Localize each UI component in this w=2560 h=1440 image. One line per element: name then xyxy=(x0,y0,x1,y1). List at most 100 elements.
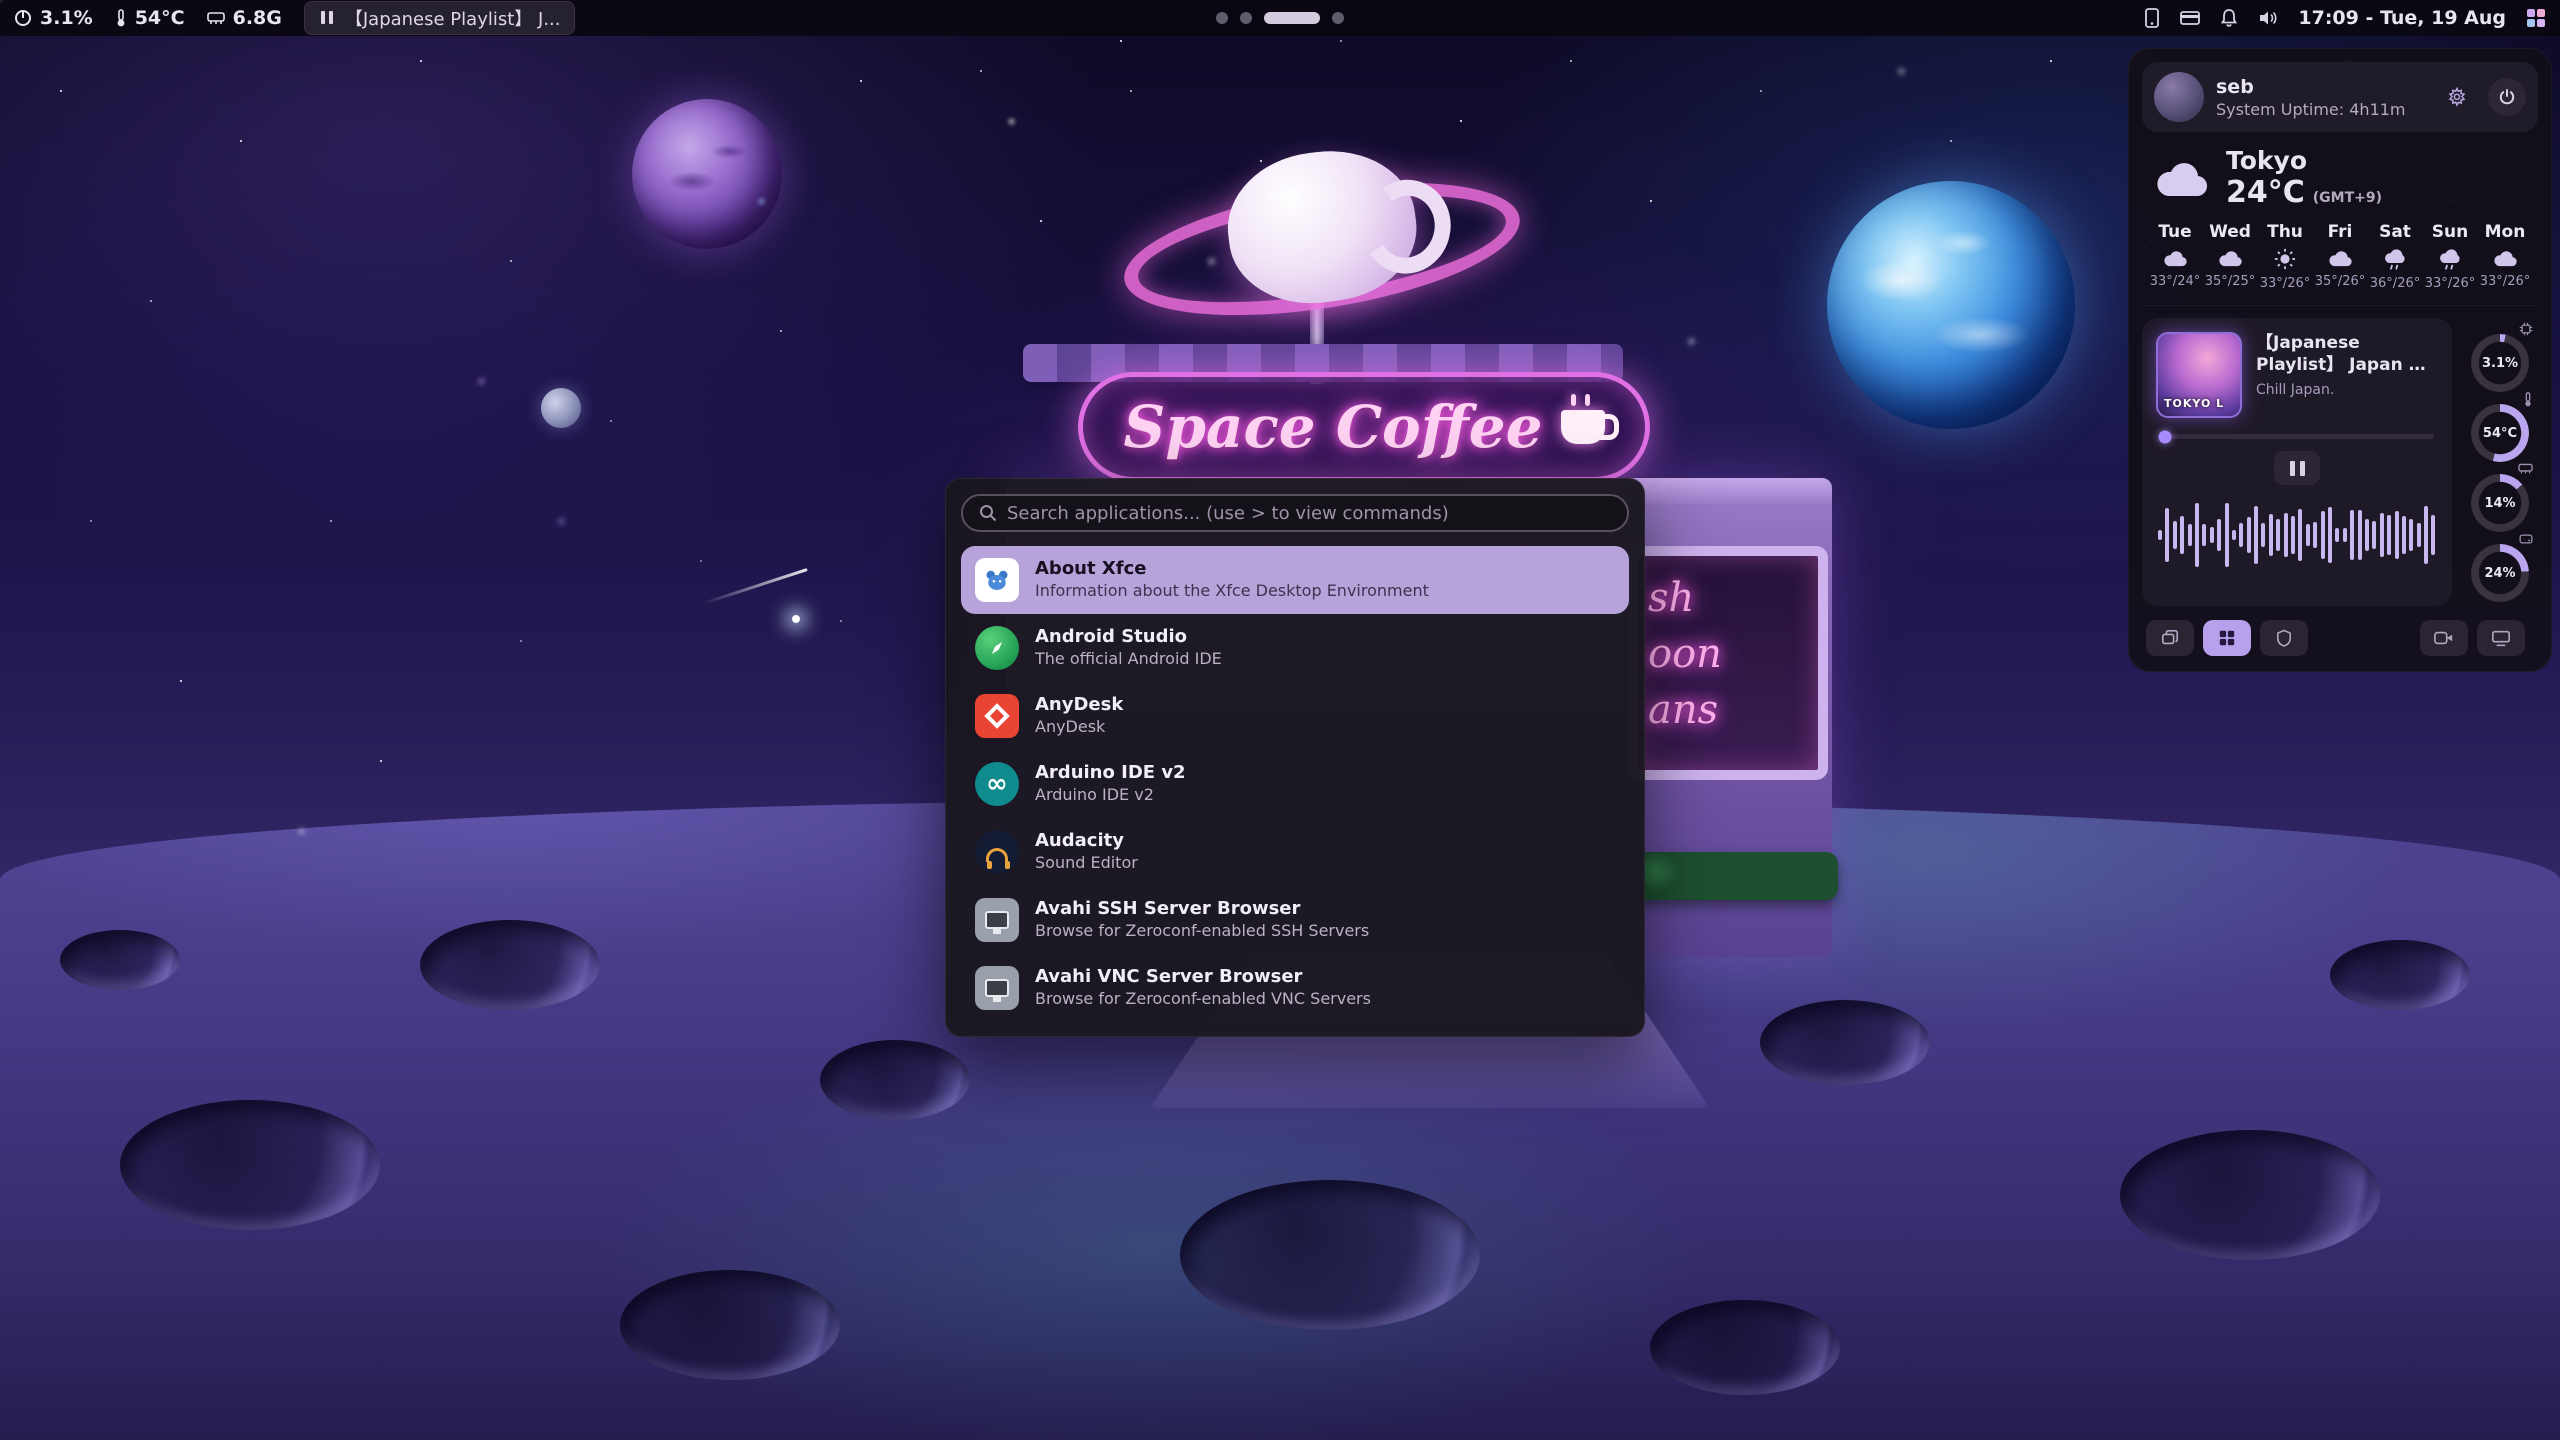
app-row-avahi-vnc[interactable]: Avahi VNC Server Browser Browse for Zero… xyxy=(961,954,1629,1022)
panel-quick-buttons xyxy=(2142,620,2538,658)
album-art: TOKYO L xyxy=(2156,332,2242,418)
app-name: Avahi VNC Server Browser xyxy=(1035,966,1371,989)
cpu-icon xyxy=(14,9,32,27)
profile-card: seb System Uptime: 4h11m xyxy=(2142,62,2538,132)
clock[interactable]: 17:09 - Tue, 19 Aug xyxy=(2298,7,2506,29)
workspace-dot-1[interactable] xyxy=(1216,12,1228,24)
weather-temperature: 24°C xyxy=(2226,175,2305,210)
cpu-gauge-value: 3.1% xyxy=(2471,334,2529,392)
topbar-right: 17:09 - Tue, 19 Aug xyxy=(2144,7,2546,29)
cloud-icon xyxy=(2162,248,2188,268)
speaker-icon[interactable] xyxy=(2258,9,2278,27)
sun-icon xyxy=(2273,248,2297,270)
weather-city: Tokyo xyxy=(2226,146,2382,175)
app-name: Arduino IDE v2 xyxy=(1035,762,1186,785)
album-art-text: TOKYO L xyxy=(2164,397,2224,410)
widgets-button[interactable] xyxy=(2203,620,2251,656)
avatar xyxy=(2154,72,2204,122)
app-row-avahi-ssh[interactable]: Avahi SSH Server Browser Browse for Zero… xyxy=(961,886,1629,954)
xfce-icon xyxy=(975,558,1019,602)
forecast-day: Tue 33°/24° xyxy=(2148,222,2202,291)
topbar-media-title: 【Japanese Playlist】 J... xyxy=(345,5,561,31)
app-desc: Sound Editor xyxy=(1035,853,1138,874)
window-neon-text: ans xyxy=(1648,682,1808,738)
phone-link-icon[interactable] xyxy=(2144,8,2160,28)
progress-handle[interactable] xyxy=(2159,430,2172,443)
top-bar: 3.1% 54°C 6.8G 【Japanese Playlist】 J... xyxy=(0,0,2560,36)
app-desc: Browse for Zeroconf-enabled VNC Servers xyxy=(1035,989,1371,1010)
settings-button[interactable] xyxy=(2438,78,2476,116)
window-neon-text: sh xyxy=(1648,570,1808,626)
app-name: About Xfce xyxy=(1035,558,1429,581)
cloud-icon xyxy=(2492,248,2518,268)
topbar-media-widget[interactable]: 【Japanese Playlist】 J... xyxy=(304,1,576,35)
cloud-icon xyxy=(2327,248,2353,268)
app-name: Avahi SSH Server Browser xyxy=(1035,898,1369,921)
card-icon[interactable] xyxy=(2180,10,2200,26)
forecast-day: Mon 33°/26° xyxy=(2478,222,2532,291)
app-row-android-studio[interactable]: Android Studio The official Android IDE xyxy=(961,614,1629,682)
search-icon xyxy=(979,504,997,522)
weather-forecast: Tue 33°/24° Wed 35°/25° Thu 33°/26° Fri … xyxy=(2142,214,2538,306)
app-desc: Information about the Xfce Desktop Envir… xyxy=(1035,581,1429,602)
memory-gauge-value: 14% xyxy=(2471,474,2529,532)
media-progress-slider[interactable] xyxy=(2160,434,2434,439)
memory-icon xyxy=(207,10,225,26)
app-row-about-xfce[interactable]: About Xfce Information about the Xfce De… xyxy=(961,546,1629,614)
memory-value: 6.8G xyxy=(233,7,282,29)
record-button[interactable] xyxy=(2420,620,2468,656)
audacity-icon xyxy=(975,830,1019,874)
app-row-audacity[interactable]: Audacity Sound Editor xyxy=(961,818,1629,886)
app-name: Android Studio xyxy=(1035,626,1222,649)
launcher-search[interactable] xyxy=(961,494,1629,532)
layers-button[interactable] xyxy=(2146,620,2194,656)
waveform xyxy=(2156,499,2438,571)
app-desc: The official Android IDE xyxy=(1035,649,1222,670)
app-name: Audacity xyxy=(1035,830,1138,853)
temperature-gauge-value: 54°C xyxy=(2471,404,2529,462)
forecast-day: Sat 36°/26° xyxy=(2368,222,2422,291)
display-button[interactable] xyxy=(2477,620,2525,656)
media-title: 【Japanese Playlist】 Japan All Night - To… xyxy=(2256,332,2438,376)
app-grid-icon[interactable] xyxy=(2526,8,2546,28)
workspace-dot-2[interactable] xyxy=(1240,12,1252,24)
thermometer-icon xyxy=(115,9,127,27)
bell-icon[interactable] xyxy=(2220,8,2238,28)
app-name: AnyDesk xyxy=(1035,694,1123,717)
app-desc: AnyDesk xyxy=(1035,717,1123,738)
cpu-gauge: 3.1% xyxy=(2469,322,2531,392)
cpu-usage-value: 3.1% xyxy=(40,7,93,29)
pause-icon xyxy=(319,8,335,29)
control-panel: seb System Uptime: 4h11m Tokyo 24°C (GMT… xyxy=(2128,48,2552,672)
bushes xyxy=(1630,852,1838,900)
app-row-anydesk[interactable]: AnyDesk AnyDesk xyxy=(961,682,1629,750)
neon-sign-text: Space Coffee xyxy=(1123,393,1542,461)
search-input[interactable] xyxy=(1007,503,1611,524)
pause-button[interactable] xyxy=(2274,451,2320,485)
shield-button[interactable] xyxy=(2260,620,2308,656)
anydesk-icon xyxy=(975,694,1019,738)
media-player-card: TOKYO L 【Japanese Playlist】 Japan All Ni… xyxy=(2142,318,2452,606)
android-studio-icon xyxy=(975,626,1019,670)
app-row-arduino[interactable]: ∞ Arduino IDE v2 Arduino IDE v2 xyxy=(961,750,1629,818)
workspace-dot-4[interactable] xyxy=(1332,12,1344,24)
cloud-icon xyxy=(2217,248,2243,268)
forecast-day: Thu 33°/26° xyxy=(2258,222,2312,291)
coffee-cup-icon xyxy=(1561,410,1605,444)
rain-icon xyxy=(2437,248,2463,270)
cloud-icon xyxy=(2152,156,2210,200)
power-button[interactable] xyxy=(2488,78,2526,116)
forecast-day: Wed 35°/25° xyxy=(2203,222,2257,291)
avahi-ssh-icon xyxy=(975,898,1019,942)
media-subtitle: Chill Japan. xyxy=(2256,382,2438,398)
cafe-window: sh oon ans xyxy=(1628,546,1828,780)
disk-gauge-value: 24% xyxy=(2471,544,2529,602)
user-name: seb xyxy=(2216,76,2426,98)
weather-widget: Tokyo 24°C (GMT+9) xyxy=(2142,132,2538,214)
memory-gauge: 14% xyxy=(2469,462,2531,532)
app-desc: Arduino IDE v2 xyxy=(1035,785,1186,806)
rain-icon xyxy=(2382,248,2408,270)
avahi-vnc-icon xyxy=(975,966,1019,1010)
memory-widget: 6.8G xyxy=(207,7,282,29)
workspace-active-pill[interactable] xyxy=(1264,12,1320,24)
